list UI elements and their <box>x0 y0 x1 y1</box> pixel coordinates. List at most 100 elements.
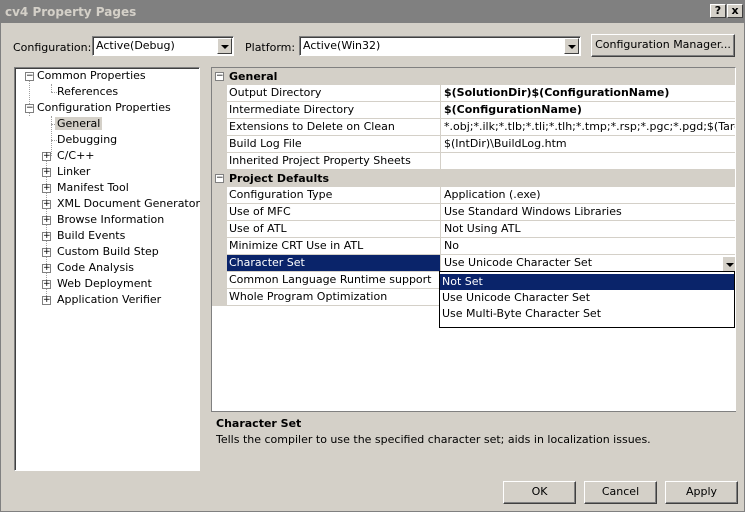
tree-item-linker[interactable]: Linker <box>57 164 90 180</box>
expand-icon[interactable]: + <box>42 232 51 241</box>
description-text: Tells the compiler to use the specified … <box>216 433 651 446</box>
tree-item-build-events[interactable]: Build Events <box>57 228 125 244</box>
tree-item-general[interactable]: General <box>55 116 103 132</box>
help-button[interactable]: ? <box>710 4 726 18</box>
tree-item-browse-information[interactable]: Browse Information <box>57 212 164 228</box>
row-gutter <box>212 289 227 306</box>
dropdown-option-multibyte[interactable]: Use Multi-Byte Character Set <box>440 306 734 322</box>
tree-item-manifest-tool[interactable]: Manifest Tool <box>57 180 129 196</box>
expand-icon[interactable]: + <box>42 168 51 177</box>
platform-combo[interactable]: Active(Win32) <box>299 36 581 56</box>
property-value[interactable]: *.obj;*.ilk;*.tlb;*.tli;*.tlh;*.tmp;*.rs… <box>441 119 735 136</box>
character-set-dropdown-list: Not Set Use Unicode Character Set Use Mu… <box>439 271 735 328</box>
tree-item-label: Build Events <box>57 229 126 242</box>
tree-item-debugging[interactable]: Debugging <box>57 132 117 148</box>
row-gutter <box>212 204 227 221</box>
expand-icon[interactable]: + <box>42 248 51 257</box>
property-value[interactable]: No <box>441 238 735 255</box>
category-project-defaults[interactable]: − Project Defaults <box>212 170 735 187</box>
character-set-dropdown-button[interactable] <box>721 256 735 272</box>
configuration-value: Active(Debug) <box>96 39 175 52</box>
description-panel: Character Set Tells the compiler to use … <box>211 411 736 473</box>
chevron-down-icon <box>726 263 734 267</box>
property-row[interactable]: Build Log File $(IntDir)\BuildLog.htm <box>212 136 735 153</box>
tree-item-label: Web Deployment <box>57 277 152 290</box>
property-row[interactable]: Minimize CRT Use in ATL No <box>212 238 735 255</box>
tree-item-label: Common Properties <box>37 69 146 82</box>
property-value[interactable]: Use Standard Windows Libraries <box>441 204 735 221</box>
dropdown-option-not-set[interactable]: Not Set <box>440 274 734 290</box>
configuration-label: Configuration: <box>13 41 92 54</box>
window-title: cv4 Property Pages <box>5 5 137 19</box>
property-name: Minimize CRT Use in ATL <box>227 238 441 255</box>
configuration-combo[interactable]: Active(Debug) <box>92 36 234 56</box>
tree-item-label: Browse Information <box>57 213 165 226</box>
tree-item-custom-build-step[interactable]: Custom Build Step <box>57 244 159 260</box>
property-value[interactable] <box>441 153 735 170</box>
category-general[interactable]: − General <box>212 68 735 85</box>
platform-label: Platform: <box>245 41 296 54</box>
property-value[interactable]: $(IntDir)\BuildLog.htm <box>441 136 735 153</box>
property-row-selected[interactable]: Character Set Use Unicode Character Set <box>212 255 735 272</box>
row-gutter <box>212 255 227 272</box>
property-value[interactable]: Not Using ATL <box>441 221 735 238</box>
ok-button[interactable]: OK <box>503 481 576 504</box>
property-name: Use of ATL <box>227 221 441 238</box>
property-row[interactable]: Use of MFC Use Standard Windows Librarie… <box>212 204 735 221</box>
row-gutter <box>212 221 227 238</box>
tree-item-application-verifier[interactable]: Application Verifier <box>57 292 161 308</box>
row-gutter <box>212 85 227 102</box>
property-row[interactable]: Output Directory $(SolutionDir)$(Configu… <box>212 85 735 102</box>
expand-icon[interactable]: + <box>42 200 51 209</box>
tree-item-c-cpp[interactable]: C/C++ <box>57 148 95 164</box>
collapse-icon[interactable]: − <box>215 174 224 183</box>
property-value[interactable]: $(ConfigurationName) <box>441 102 735 119</box>
tree-connector <box>51 84 52 92</box>
collapse-icon[interactable]: − <box>25 72 34 81</box>
tree-item-label: Manifest Tool <box>57 181 129 194</box>
cancel-button[interactable]: Cancel <box>584 481 657 504</box>
property-row[interactable]: Extensions to Delete on Clean *.obj;*.il… <box>212 119 735 136</box>
property-name: Intermediate Directory <box>227 102 441 119</box>
collapse-icon[interactable]: − <box>25 104 34 113</box>
tree-item-references[interactable]: References <box>57 84 118 100</box>
close-button[interactable]: x <box>727 4 743 18</box>
expand-icon[interactable]: + <box>42 152 51 161</box>
row-gutter <box>212 153 227 170</box>
tree-item-label: XML Document Generator <box>57 197 200 210</box>
property-row[interactable]: Configuration Type Application (.exe) <box>212 187 735 204</box>
property-value[interactable]: $(SolutionDir)$(ConfigurationName) <box>441 85 735 102</box>
dropdown-arrow[interactable] <box>722 256 735 272</box>
property-row[interactable]: Inherited Project Property Sheets <box>212 153 735 170</box>
row-gutter <box>212 187 227 204</box>
tree-item-code-analysis[interactable]: Code Analysis <box>57 260 134 276</box>
platform-dropdown-button[interactable] <box>564 38 579 54</box>
expand-icon[interactable]: + <box>42 184 51 193</box>
collapse-icon[interactable]: − <box>215 72 224 81</box>
property-value-combo[interactable]: Use Unicode Character Set <box>441 255 735 272</box>
tree-item-common-properties[interactable]: Common Properties <box>37 68 146 84</box>
expand-icon[interactable]: + <box>42 280 51 289</box>
apply-button[interactable]: Apply <box>665 481 738 504</box>
tree-item-label: Linker <box>57 165 91 178</box>
property-row[interactable]: Intermediate Directory $(ConfigurationNa… <box>212 102 735 119</box>
tree-item-configuration-properties[interactable]: Configuration Properties <box>37 100 171 116</box>
property-name: Configuration Type <box>227 187 441 204</box>
row-gutter <box>212 102 227 119</box>
tree-connector <box>51 116 52 156</box>
tree-item-web-deployment[interactable]: Web Deployment <box>57 276 152 292</box>
expand-icon[interactable]: + <box>42 264 51 273</box>
configuration-dropdown-button[interactable] <box>217 38 232 54</box>
dropdown-option-unicode[interactable]: Use Unicode Character Set <box>440 290 734 306</box>
tree-item-xml-document-generator[interactable]: XML Document Generator <box>57 196 200 212</box>
configuration-manager-button[interactable]: Configuration Manager... <box>591 34 735 57</box>
expand-icon[interactable]: + <box>42 296 51 305</box>
row-gutter <box>212 136 227 153</box>
tree-item-label: C/C++ <box>57 149 95 162</box>
tree-item-label: Custom Build Step <box>57 245 159 258</box>
row-gutter <box>212 119 227 136</box>
property-value[interactable]: Application (.exe) <box>441 187 735 204</box>
expand-icon[interactable]: + <box>42 216 51 225</box>
property-row[interactable]: Use of ATL Not Using ATL <box>212 221 735 238</box>
property-name: Common Language Runtime support <box>227 272 441 289</box>
